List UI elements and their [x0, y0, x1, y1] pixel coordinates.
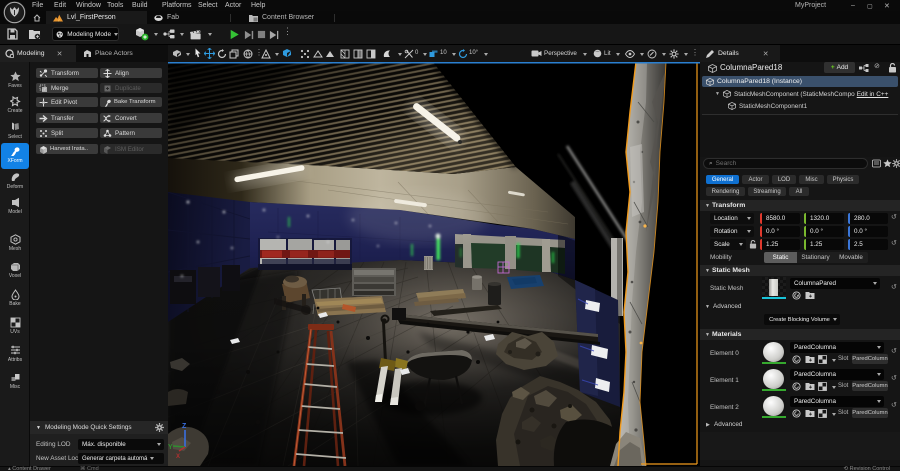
svg-text:Y: Y	[168, 444, 173, 451]
svg-text:Z: Z	[182, 423, 187, 430]
svg-text:X: X	[176, 454, 180, 460]
